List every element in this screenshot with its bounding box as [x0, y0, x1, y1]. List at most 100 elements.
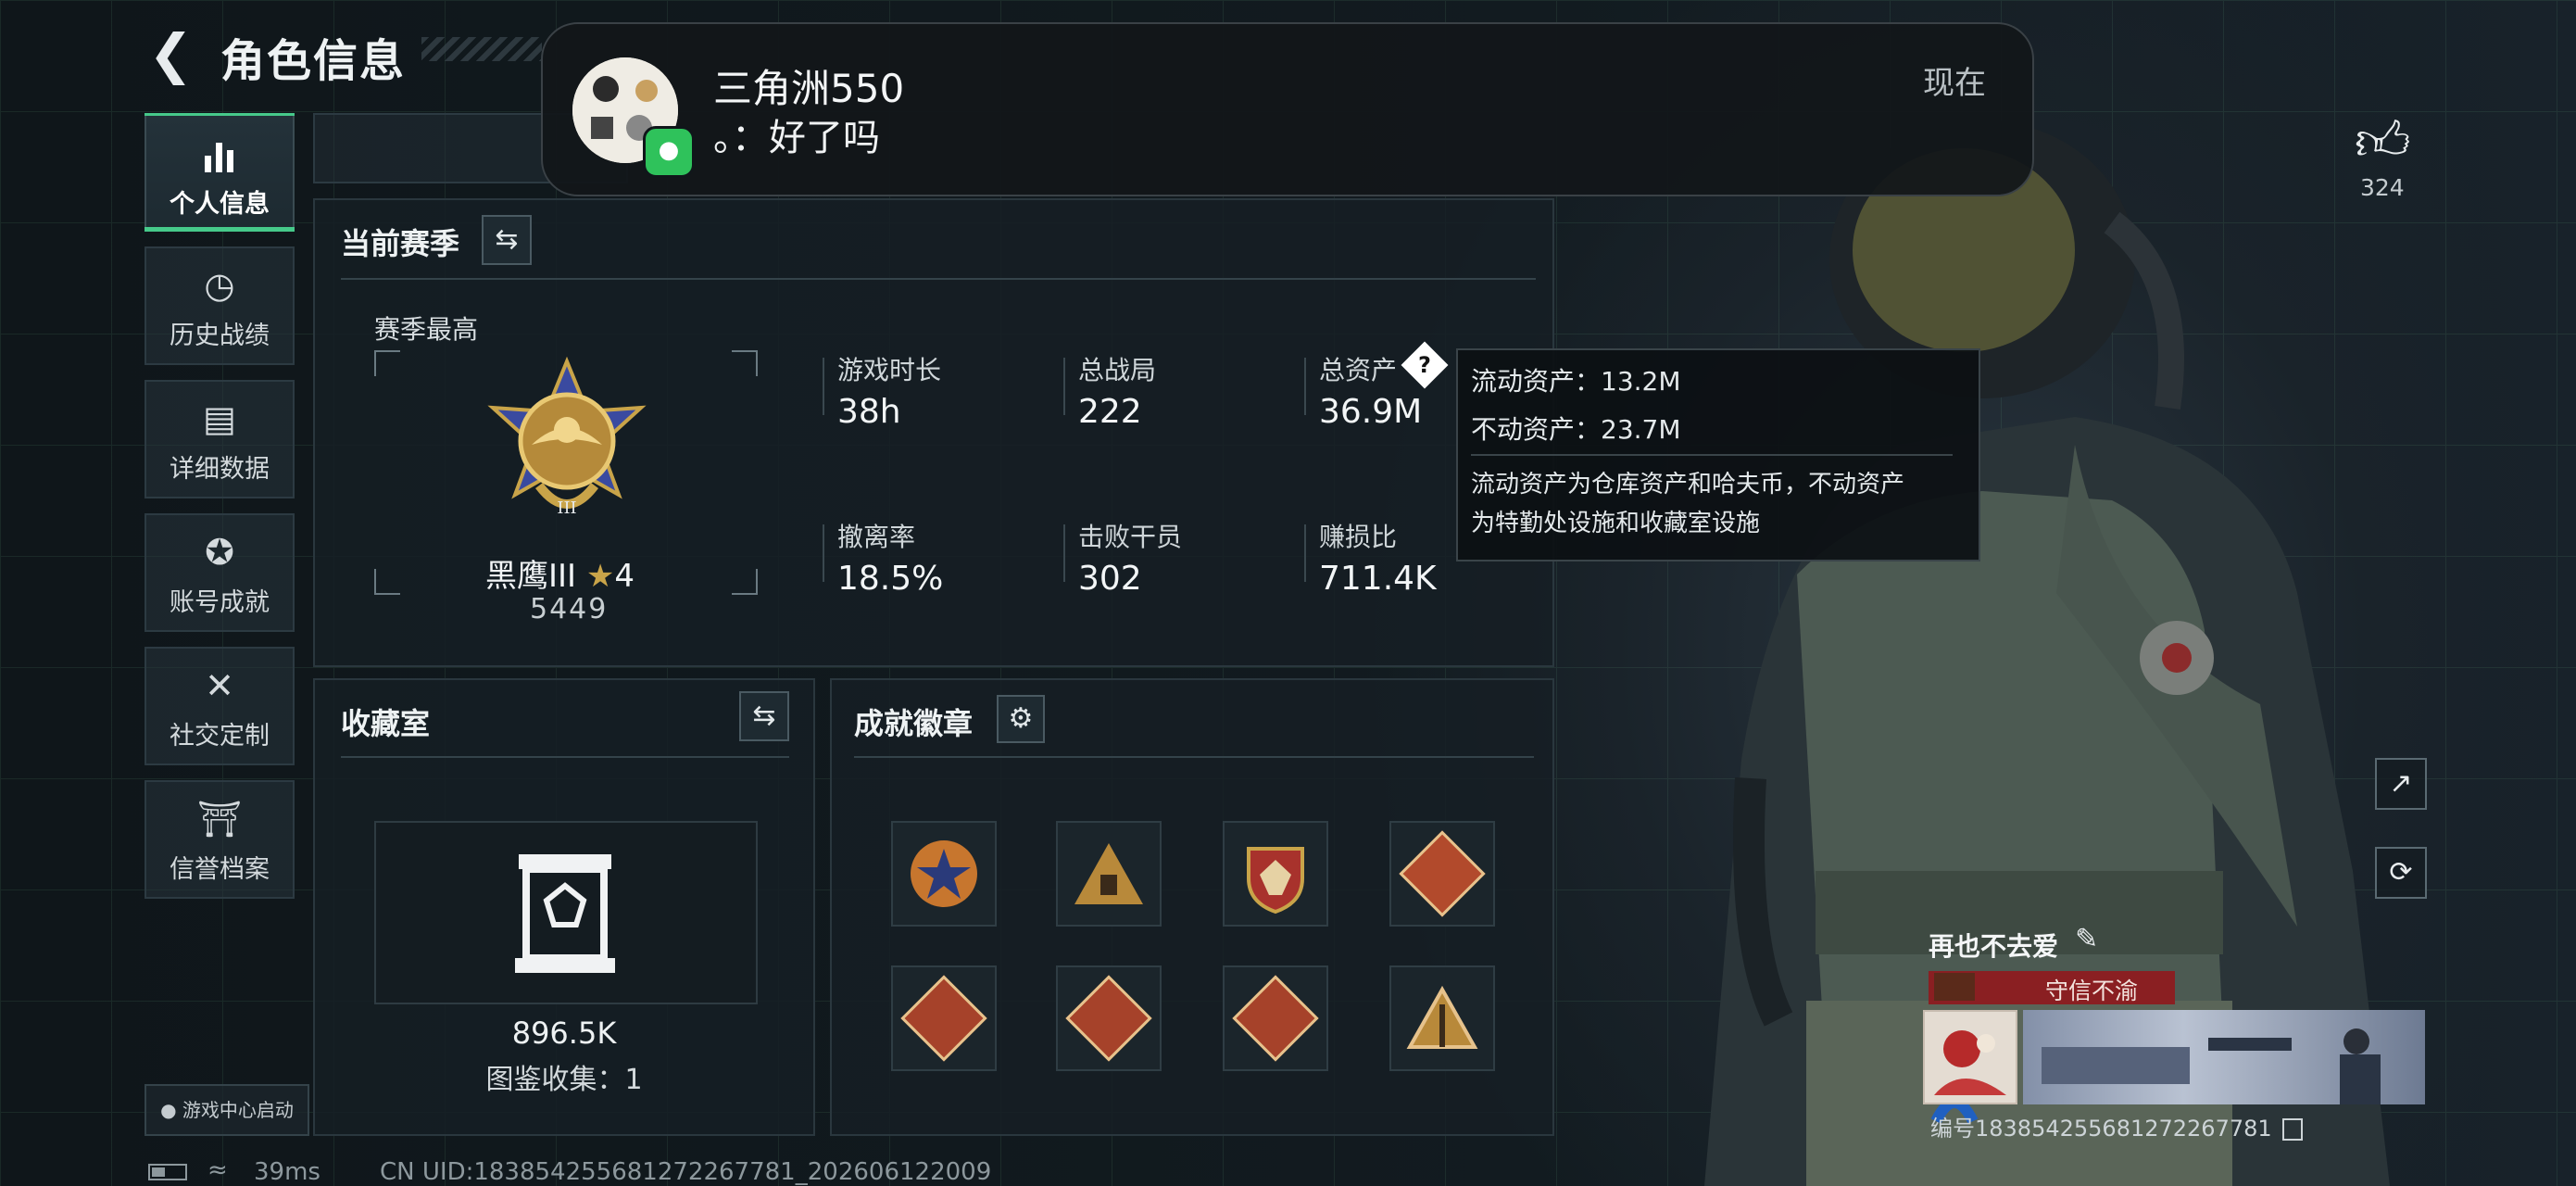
- folder-icon: ▤: [203, 398, 236, 439]
- stat-label: 总战局: [1078, 355, 1157, 385]
- star-icon: ★: [585, 558, 615, 595]
- tooltip-fixed: 不动资产：23.7M: [1471, 414, 1681, 445]
- frame-corner: [732, 350, 758, 376]
- share-icon: ↗: [2389, 767, 2413, 800]
- tooltip-desc-line2: 为特勤处设施和收藏室设施: [1471, 510, 1761, 537]
- achievement-badge[interactable]: [1389, 821, 1495, 927]
- sidebar-item-personal-info[interactable]: 个人信息: [145, 113, 295, 232]
- bell-icon: ●: [160, 1099, 177, 1121]
- stat-label: 游戏时长: [837, 355, 942, 385]
- wifi-icon: ≈: [207, 1156, 228, 1184]
- pyramid-badge-icon: [1406, 985, 1478, 1049]
- back-button[interactable]: ❮: [148, 26, 200, 82]
- stat-value: 222: [1078, 393, 1142, 431]
- sidebar-item-credit[interactable]: ⛩ 信誉档案: [145, 780, 295, 899]
- page-title: 角色信息: [220, 35, 407, 87]
- edit-name-icon[interactable]: ✎: [2075, 923, 2098, 955]
- season-title: 当前赛季: [341, 226, 460, 261]
- clock-icon: ◷: [204, 265, 235, 306]
- sidebar-item-label: 详细数据: [170, 455, 270, 484]
- stat-separator: [1304, 358, 1306, 415]
- player-id: 编号1838542556812722677​81: [1930, 1116, 2272, 1142]
- svg-text:III: III: [557, 498, 576, 518]
- display-case-icon: [515, 854, 615, 973]
- title-badge-emblem-icon: [1934, 973, 1975, 1001]
- collection-title: 收藏室: [341, 706, 431, 741]
- collection-switch-button[interactable]: ⇆: [739, 691, 789, 741]
- tooltip-liquid: 流动资产：13.2M: [1471, 366, 1681, 397]
- shield-badge-icon: [1247, 847, 1304, 915]
- stat-separator: [823, 524, 824, 582]
- stat-label: 撤离率: [837, 522, 916, 552]
- stat-separator: [823, 358, 824, 415]
- achievements-settings-button[interactable]: ⚙: [997, 695, 1045, 743]
- refresh-icon: ⟳: [2389, 856, 2413, 889]
- sidebar-item-history[interactable]: ◷ 历史战绩: [145, 246, 295, 365]
- wolf-badge-icon: [1232, 975, 1319, 1062]
- stat-label: 总资产: [1319, 355, 1398, 385]
- sidebar-item-label: 信誉档案: [170, 855, 270, 884]
- stat-value: 18.5%: [837, 560, 944, 598]
- thumbs-up-icon[interactable]: 👍︎: [2355, 109, 2411, 174]
- sidebar-item-label: 社交定制: [170, 722, 270, 751]
- rank-name-row: 黑鹰III ★4: [485, 550, 635, 596]
- tooltip-divider: [1471, 454, 1953, 456]
- tools-icon: ✕: [205, 665, 234, 706]
- catalog-count: 图鉴收集：1: [485, 1064, 643, 1096]
- game-center-button[interactable]: ● 游戏中心启动: [145, 1084, 309, 1136]
- refresh-button[interactable]: ⟳: [2375, 847, 2427, 899]
- runner-badge-icon: [1399, 830, 1486, 917]
- title-badge-label: 守信不渝: [2045, 978, 2139, 1004]
- season-switch-button[interactable]: ⇆: [482, 215, 532, 265]
- title-decoration: [421, 37, 542, 61]
- stat-separator: [1063, 524, 1065, 582]
- stat-label: 赚损比: [1319, 522, 1398, 552]
- shield-icon: ⛩: [196, 799, 243, 839]
- divider: [341, 756, 789, 758]
- stat-separator: [1063, 358, 1065, 415]
- uid-text: CN UID:1838542556812722677​81_2026061220…: [380, 1158, 992, 1186]
- season-best-label: 赛季最高: [374, 314, 479, 345]
- achievement-badge[interactable]: [1223, 965, 1328, 1071]
- copy-icon[interactable]: [2282, 1118, 2304, 1141]
- star-badge-icon: [911, 840, 977, 907]
- notification-time: 现在: [1923, 65, 1986, 102]
- sidebar-item-detail-data[interactable]: ▤ 详细数据: [145, 380, 295, 498]
- stat-label: 击败干员: [1078, 522, 1183, 552]
- notification-sender: 三角洲550: [713, 66, 905, 111]
- sidebar-item-social[interactable]: ✕ 社交定制: [145, 647, 295, 765]
- achievement-badge[interactable]: [1223, 821, 1328, 927]
- achievement-badge[interactable]: [891, 965, 997, 1071]
- player-name: 再也不去爱: [1929, 931, 2059, 962]
- share-button[interactable]: ↗: [2375, 758, 2427, 810]
- sidebar-item-label: 账号成就: [170, 588, 270, 617]
- frame-corner: [732, 569, 758, 595]
- divider: [854, 756, 1534, 758]
- sidebar-item-label: 个人信息: [170, 190, 270, 219]
- rank-stars: 4: [614, 558, 635, 595]
- asset-tooltip: 流动资产：13.2M 不动资产：23.7M 流动资产为仓库资产和哈夫币，不动资产…: [1456, 348, 1980, 561]
- help-icon-glyph: ?: [1418, 352, 1431, 378]
- achievement-icon: ✪: [205, 532, 234, 573]
- achievement-badge[interactable]: [1056, 821, 1162, 927]
- stat-value: 711.4K: [1319, 560, 1437, 598]
- game-center-label: 游戏中心启动: [182, 1099, 294, 1121]
- sidebar-item-achievements[interactable]: ✪ 账号成就: [145, 513, 295, 632]
- achievement-badge[interactable]: [891, 821, 997, 927]
- sidebar-item-label: 历史战绩: [170, 322, 270, 350]
- player-banner: [2023, 1010, 2425, 1104]
- stat-value: 302: [1078, 560, 1142, 598]
- stat-value: 36.9M: [1319, 393, 1423, 431]
- frame-corner: [374, 569, 400, 595]
- tooltip-desc-line1: 流动资产为仓库资产和哈夫币，不动资产: [1471, 471, 1905, 498]
- player-avatar: [1923, 1010, 2017, 1104]
- rank-name: 黑鹰III: [485, 558, 577, 595]
- achievement-badge[interactable]: [1056, 965, 1162, 1071]
- achievement-badge[interactable]: [1389, 965, 1495, 1071]
- collection-value: 896.5K: [511, 1016, 617, 1051]
- dragon-badge-icon: [1065, 975, 1152, 1062]
- rank-emblem-icon: III: [487, 356, 647, 518]
- stat-separator: [1304, 524, 1306, 582]
- bar-chart-icon: [205, 143, 233, 172]
- dragon-badge-icon: [900, 975, 987, 1062]
